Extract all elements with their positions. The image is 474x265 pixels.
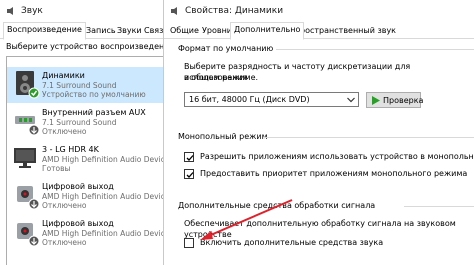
- tab-general[interactable]: Общие: [167, 24, 202, 37]
- device-status: Отключено: [42, 238, 87, 247]
- sound-window-title: Звук: [21, 5, 43, 16]
- enhancements-title: Дополнительные средства обработки сигнал…: [178, 201, 376, 210]
- device-item-digital-output-2[interactable]: Цифровой выход AMD High Definition Audio…: [7, 215, 164, 251]
- exclusive-priority-checkbox[interactable]: [184, 169, 194, 179]
- tab-communications[interactable]: Связь: [141, 24, 163, 37]
- device-name: Цифровой выход: [42, 219, 114, 228]
- default-format-description-2: в общем режиме.: [184, 73, 259, 82]
- section-divider: [264, 137, 474, 138]
- device-description: 7.1 Surround Sound: [42, 81, 117, 90]
- device-status: Устройство по умолчанию: [42, 90, 146, 99]
- device-item-aux[interactable]: Внутренний разъем AUX 7.1 Surround Sound…: [7, 104, 163, 140]
- device-description: AMD High Definition Audio Device: [42, 192, 164, 201]
- device-name: Динамики: [42, 71, 85, 80]
- sound-window: Звук Воспроизведение Запись Звуки Связь …: [0, 0, 164, 265]
- digital-output-icon: [17, 186, 40, 210]
- checkmark-icon: [186, 155, 194, 161]
- monitor-icon: [14, 148, 36, 168]
- select-device-label: Выберите устройство воспроизведения, па: [6, 42, 164, 51]
- props-titlebar: Свойства: Динамики: [164, 0, 474, 21]
- device-description: AMD High Definition Audio Device: [42, 155, 164, 164]
- device-name: 3 - LG HDR 4K: [42, 145, 99, 154]
- speaker-icon: [16, 71, 40, 99]
- checkmark-icon: [186, 172, 194, 178]
- aux-icon: [15, 116, 40, 136]
- device-item-digital-output-1[interactable]: Цифровой выход AMD High Definition Audio…: [7, 178, 164, 214]
- exclusive-mode-title: Монопольный режим: [178, 132, 268, 141]
- section-divider: [276, 49, 474, 50]
- tab-playback[interactable]: Воспроизведение: [3, 22, 86, 40]
- device-status: Готовы: [42, 164, 71, 173]
- enhancements-description: Обеспечивает дополнительную обработку си…: [184, 219, 456, 239]
- device-status: Отключено: [42, 127, 87, 136]
- device-description: AMD High Definition Audio Device: [42, 229, 164, 238]
- device-status: Отключено: [42, 201, 87, 210]
- props-tabs: Общие Уровни Дополнительно Пространствен…: [164, 21, 474, 40]
- device-description: 7.1 Surround Sound: [42, 118, 117, 127]
- props-window-title: Свойства: Динамики: [185, 5, 284, 16]
- enable-enhancements-checkbox[interactable]: [184, 238, 194, 248]
- allow-exclusive-label: Разрешить приложениям использовать устро…: [200, 152, 474, 161]
- play-icon: [372, 96, 380, 105]
- allow-exclusive-checkbox[interactable]: [184, 152, 194, 162]
- tab-spatial-sound[interactable]: Пространственный звук: [291, 24, 399, 37]
- default-format-title: Формат по умолчанию: [178, 44, 274, 53]
- test-button[interactable]: Проверка: [366, 92, 424, 108]
- device-name: Цифровой выход: [42, 182, 114, 191]
- test-button-label: Проверка: [383, 96, 424, 105]
- sound-app-icon: [7, 6, 13, 15]
- speaker-icon: [171, 6, 177, 15]
- device-name: Внутренний разъем AUX: [42, 108, 146, 117]
- chevron-down-icon: [347, 97, 355, 103]
- sound-titlebar: Звук: [0, 0, 163, 21]
- section-divider: [404, 206, 474, 207]
- digital-output-icon: [17, 223, 40, 247]
- device-item-speakers[interactable]: Динамики 7.1 Surround Sound Устройство п…: [7, 67, 163, 103]
- device-item-lg-monitor[interactable]: 3 - LG HDR 4K AMD High Definition Audio …: [7, 141, 164, 177]
- device-list[interactable]: Динамики 7.1 Surround Sound Устройство п…: [6, 56, 164, 265]
- enable-enhancements-label: Включить дополнительные средства звука: [200, 238, 384, 247]
- tab-advanced[interactable]: Дополнительно: [230, 22, 305, 40]
- sample-format-value: 16 бит, 48000 Гц (Диск DVD): [189, 95, 310, 104]
- speaker-properties-window: Свойства: Динамики Общие Уровни Дополнит…: [164, 0, 474, 265]
- sound-tabs: Воспроизведение Запись Звуки Связь: [0, 21, 163, 40]
- exclusive-priority-label: Предоставить приоритет приложениям моноп…: [200, 169, 468, 178]
- sample-format-select[interactable]: 16 бит, 48000 Гц (Диск DVD): [184, 92, 359, 107]
